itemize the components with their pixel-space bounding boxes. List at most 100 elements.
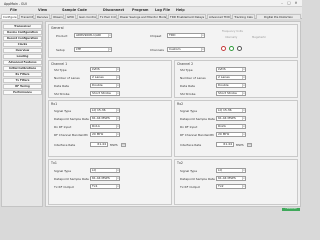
rx2-signal-type-select[interactable]: LQ 15.36 ▾ bbox=[216, 108, 246, 113]
rx2-bandwidth-select[interactable]: 20 MHz ▾ bbox=[216, 132, 246, 137]
sidebar-item-advanced-features[interactable]: Advanced Features bbox=[3, 60, 42, 65]
sidebar-item-tx-filters[interactable]: Tx Filters bbox=[3, 78, 42, 83]
chevron-down-icon: ▾ bbox=[242, 68, 245, 71]
chevron-down-icon: ▾ bbox=[116, 109, 119, 112]
menu-log-file[interactable]: Log File bbox=[155, 8, 170, 12]
megahertz-option[interactable]: Megahertz bbox=[252, 36, 266, 39]
ch2-ssi-type-value: LVDS bbox=[218, 67, 226, 71]
rx2-interface-rate-label: Interface Rate bbox=[180, 143, 202, 147]
general-title: General bbox=[51, 26, 64, 30]
tab-gain-control[interactable]: Gain Control bbox=[77, 13, 97, 19]
tab-observ[interactable]: Observ bbox=[51, 13, 64, 19]
rx1-interface-rate-button[interactable]: ... bbox=[121, 142, 126, 147]
channels-select[interactable]: Custom ▾ bbox=[167, 47, 205, 52]
tab-configure[interactable]: Configure bbox=[1, 13, 18, 19]
ch1-data-rate-value: Double bbox=[92, 83, 103, 87]
tab-gpio[interactable]: GPIO bbox=[65, 13, 76, 19]
rx2-signal-type-label: Signal Type bbox=[180, 109, 198, 113]
tab-tracking-cals[interactable]: Tracking Cals bbox=[232, 13, 255, 19]
tab-tx-pool-cnt[interactable]: Tx Pool Cnt bbox=[98, 13, 117, 19]
maximize-icon[interactable]: □ bbox=[286, 1, 292, 6]
tx2-sample-rate-label: Datapoint Sample Rate bbox=[180, 177, 215, 181]
ch2-lanes-label: Number of Lanes bbox=[180, 76, 206, 80]
menu-view[interactable]: View bbox=[38, 8, 47, 12]
tab-tdd-enablement-delays[interactable]: TDD Enablement Delays bbox=[168, 13, 206, 19]
tx2-rf-output-label: Tx RF Output bbox=[180, 185, 200, 189]
tx2-signal-type-value: LQ bbox=[218, 168, 223, 172]
rx2-rf-input-select[interactable]: Rx2A ▾ bbox=[216, 124, 246, 129]
rx2-interface-rate-field[interactable]: 61.44 bbox=[216, 142, 234, 147]
tx2-title: Tx2 bbox=[177, 161, 183, 165]
sidebar-item-device-configuration[interactable]: Device Configuration bbox=[3, 30, 42, 35]
chevron-down-icon: ▾ bbox=[116, 117, 119, 120]
chevron-down-icon: ▾ bbox=[242, 133, 245, 136]
tab-power-savings[interactable]: Power Savings and Monitor Mode bbox=[118, 13, 167, 19]
tab-digital-pre-distortion[interactable]: Digital Pre Distortion bbox=[256, 13, 301, 19]
menu-sample-code[interactable]: Sample Code bbox=[62, 8, 87, 12]
ch2-ssi-type-select[interactable]: LVDS ▾ bbox=[216, 67, 246, 72]
rx1-sample-rate-select[interactable]: 61.44 MSPS ▾ bbox=[90, 116, 120, 121]
menu-help[interactable]: Help bbox=[176, 8, 185, 12]
sidebar-item-loading[interactable]: Loading bbox=[3, 54, 42, 59]
sidebar-item-transceiver[interactable]: Transceiver bbox=[3, 24, 42, 29]
sidebar-item-rx-filters[interactable]: Rx Filters bbox=[3, 72, 42, 77]
ch1-ssi-strobe-select[interactable]: Short Strobe ▾ bbox=[90, 91, 120, 96]
ch2-data-rate-select[interactable]: Double ▾ bbox=[216, 83, 246, 88]
tx2-sample-rate-select[interactable]: 61.44 MSPS ▾ bbox=[216, 176, 246, 181]
ch1-lanes-select[interactable]: 2 Lanes ▾ bbox=[90, 75, 120, 80]
ch1-data-rate-select[interactable]: Double ▾ bbox=[90, 83, 120, 88]
sidebar-item-clocks[interactable]: Clocks bbox=[3, 42, 42, 47]
chipset-select[interactable]: TDD ▾ bbox=[167, 33, 205, 38]
chevron-down-icon: ▾ bbox=[242, 125, 245, 128]
sidebar-item-performance[interactable]: Performance bbox=[3, 90, 42, 95]
tx1-signal-type-select[interactable]: LQ ▾ bbox=[90, 168, 120, 173]
title-bar: AppMain - GUI – □ ✕ bbox=[0, 0, 302, 7]
ch1-lanes-label: Number of Lanes bbox=[54, 76, 80, 80]
tx2-rf-output-select[interactable]: Tx2 ▾ bbox=[216, 184, 246, 189]
rx1-interface-rate-field[interactable]: 61.44 bbox=[90, 142, 108, 147]
menu-file[interactable]: File bbox=[10, 8, 17, 12]
tx2-signal-type-select[interactable]: LQ ▾ bbox=[216, 168, 246, 173]
tx1-sample-rate-select[interactable]: 61.44 MSPS ▾ bbox=[90, 176, 120, 181]
channel2-panel: Channel 2 SSI Type LVDS ▾ Number of Lanes… bbox=[174, 60, 298, 98]
chevron-down-icon: ▾ bbox=[116, 185, 119, 188]
product-select[interactable]: ADRV9008-1/ARI ▾ bbox=[74, 33, 112, 38]
ch1-ssi-type-select[interactable]: LVDS ▾ bbox=[90, 67, 120, 72]
chevron-down-icon: ▾ bbox=[116, 133, 119, 136]
rx1-rf-input-select[interactable]: Rx1A ▾ bbox=[90, 124, 120, 129]
sidebar-item-initial-calibrations[interactable]: Initial Calibrations bbox=[3, 66, 42, 71]
setup-select[interactable]: LTE ▾ bbox=[74, 47, 112, 52]
rx2-sample-rate-select[interactable]: 61.44 MSPS ▾ bbox=[216, 116, 246, 121]
rx2-interface-rate-button[interactable]: ... bbox=[247, 142, 252, 147]
close-icon[interactable]: ✕ bbox=[293, 1, 299, 6]
rx2-bandwidth-value: 20 MHz bbox=[218, 132, 230, 136]
ch2-data-rate-label: Data Rate bbox=[180, 84, 195, 88]
chevron-down-icon: ▾ bbox=[242, 177, 245, 180]
tab-transmit[interactable]: Transmit bbox=[19, 13, 34, 19]
rx1-panel: Rx1 Signal Type LQ 15.36 ▾ Datapoint Samp… bbox=[48, 100, 172, 157]
minimize-icon[interactable]: – bbox=[279, 1, 285, 6]
ch2-lanes-select[interactable]: 2 Lanes ▾ bbox=[216, 75, 246, 80]
tab-receive[interactable]: Receive bbox=[35, 13, 50, 19]
rx1-signal-type-select[interactable]: LQ 15.36 ▾ bbox=[90, 108, 120, 113]
channel1-title: Channel 1 bbox=[51, 62, 68, 66]
tx1-rf-output-select[interactable]: Tx1 ▾ bbox=[90, 184, 120, 189]
tx1-panel: Tx1 Signal Type LQ ▾ Datapoint Sample Rat… bbox=[48, 159, 172, 205]
rx2-rf-input-value: Rx2A bbox=[218, 124, 226, 128]
chipset-value: TDD bbox=[169, 33, 176, 37]
rx2-interface-rate-unit: MSPS bbox=[236, 143, 244, 147]
menu-program[interactable]: Program bbox=[132, 8, 148, 12]
internally-option[interactable]: Internally bbox=[225, 36, 237, 39]
ch2-ssi-strobe-select[interactable]: Short Strobe ▾ bbox=[216, 91, 246, 96]
menu-disconnect[interactable]: Disconnect bbox=[103, 8, 124, 12]
chevron-down-icon: ▾ bbox=[242, 117, 245, 120]
tab-advanced-tdd[interactable]: Advanced TDD bbox=[207, 13, 231, 19]
sidebar-item-rf-tuning[interactable]: RF Tuning bbox=[3, 84, 42, 89]
sidebar-item-overview[interactable]: Overview bbox=[3, 48, 42, 53]
sidebar-item-record-configuration[interactable]: Record Configuration bbox=[3, 36, 42, 41]
chevron-down-icon: ▾ bbox=[242, 92, 245, 95]
channels-label: Channels bbox=[150, 48, 164, 52]
chevron-down-icon: ▾ bbox=[108, 48, 111, 51]
tx1-rf-output-label: Tx RF Output bbox=[54, 185, 74, 189]
rx1-bandwidth-select[interactable]: 20 MHz ▾ bbox=[90, 132, 120, 137]
